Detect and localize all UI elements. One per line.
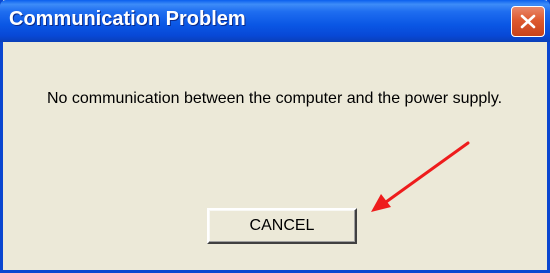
- red-arrow-icon: [371, 141, 470, 212]
